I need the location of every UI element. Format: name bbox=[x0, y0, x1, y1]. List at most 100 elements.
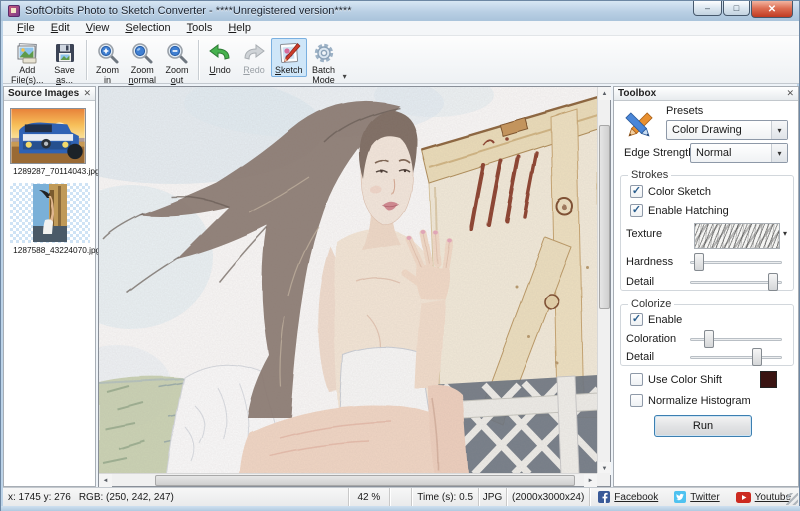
menu-edit[interactable]: Edit bbox=[43, 22, 78, 34]
minimize-button[interactable]: – bbox=[693, 1, 722, 16]
window-title: SoftOrbits Photo to Sketch Converter - *… bbox=[25, 5, 352, 17]
scroll-left-icon[interactable]: ◄ bbox=[99, 474, 112, 487]
sketch-preview-image bbox=[99, 87, 598, 474]
status-bar: x: 1745 y: 276 RGB: (250, 242, 247) 42 %… bbox=[3, 487, 799, 506]
facebook-link[interactable]: Facebook bbox=[598, 491, 658, 503]
hardness-label: Hardness bbox=[626, 256, 673, 268]
presets-dropdown-icon[interactable]: ▾ bbox=[771, 121, 787, 139]
status-empty-segment bbox=[390, 488, 413, 506]
cursor-rgb: RGB: (250, 242, 247) bbox=[79, 492, 174, 503]
app-window: SoftOrbits Photo to Sketch Converter - *… bbox=[0, 0, 800, 511]
menu-help[interactable]: Help bbox=[220, 22, 259, 34]
source-panel-close-icon[interactable]: ✕ bbox=[83, 88, 91, 99]
scroll-right-icon[interactable]: ► bbox=[584, 474, 597, 487]
strokes-group-label: Strokes bbox=[628, 169, 671, 181]
processing-time-segment: Time (s): 0.5 bbox=[412, 488, 479, 506]
zoom-in-button[interactable]: Zoom in bbox=[91, 38, 125, 87]
processing-time: Time (s): 0.5 bbox=[417, 492, 473, 503]
source-image-item[interactable]: 1289287_70114043.jpg bbox=[10, 108, 89, 176]
texture-select[interactable] bbox=[694, 223, 780, 249]
vertical-scrollbar[interactable]: ▲ ▼ bbox=[597, 87, 610, 475]
enable-hatching-checkbox[interactable]: ✓ bbox=[630, 204, 643, 217]
youtube-icon bbox=[736, 492, 751, 503]
title-bar[interactable]: SoftOrbits Photo to Sketch Converter - *… bbox=[1, 1, 799, 21]
horizontal-scroll-thumb[interactable] bbox=[155, 475, 575, 486]
strokes-detail-slider-thumb[interactable] bbox=[768, 273, 778, 291]
menu-view[interactable]: View bbox=[78, 22, 118, 34]
source-panel-title: Source Images bbox=[8, 88, 79, 99]
window-bottom-border bbox=[1, 506, 800, 511]
facebook-icon bbox=[598, 491, 610, 503]
minimize-icon: – bbox=[705, 3, 710, 13]
add-file-icon bbox=[15, 41, 39, 65]
resize-grip[interactable] bbox=[786, 493, 798, 505]
normalize-histogram-checkbox[interactable] bbox=[630, 394, 643, 407]
color-sketch-label: Color Sketch bbox=[648, 186, 711, 198]
cursor-coords: x: 1745 y: 276 bbox=[8, 492, 71, 503]
presets-label: Presets bbox=[666, 105, 703, 117]
color-sketch-checkbox[interactable]: ✓ bbox=[630, 185, 643, 198]
zoom-out-button[interactable]: Zoom out bbox=[160, 38, 194, 87]
colorize-detail-slider-thumb[interactable] bbox=[752, 348, 762, 366]
youtube-link[interactable]: Youtube bbox=[736, 492, 791, 503]
hardness-slider[interactable] bbox=[690, 253, 782, 271]
normalize-histogram-row: Normalize Histogram bbox=[630, 394, 751, 407]
close-icon: ✕ bbox=[768, 4, 776, 15]
status-coords-segment: x: 1745 y: 276 RGB: (250, 242, 247) bbox=[3, 488, 349, 506]
toolbar: Add File(s)... Save as... Zoom bbox=[3, 36, 799, 84]
coloration-label: Coloration bbox=[626, 333, 676, 345]
colorize-enable-checkbox[interactable]: ✓ bbox=[630, 313, 643, 326]
colorize-detail-slider[interactable] bbox=[690, 348, 782, 366]
add-files-button[interactable]: Add File(s)... bbox=[7, 38, 48, 87]
toolbar-overflow-button[interactable]: ▾ bbox=[343, 72, 347, 81]
app-icon bbox=[8, 5, 20, 17]
coloration-slider[interactable] bbox=[690, 330, 782, 348]
truck-thumbnail[interactable] bbox=[10, 108, 86, 164]
scrollbar-corner bbox=[597, 473, 610, 486]
color-shift-swatch[interactable] bbox=[760, 371, 777, 388]
file-format: JPG bbox=[483, 492, 502, 503]
edge-strength-dropdown-icon[interactable]: ▾ bbox=[771, 144, 787, 162]
menu-tools[interactable]: Tools bbox=[179, 22, 221, 34]
redo-icon bbox=[242, 41, 266, 65]
file-format-segment: JPG bbox=[479, 488, 507, 506]
social-links-segment: Facebook Twitter Youtube bbox=[590, 488, 799, 506]
edge-strength-label: Edge Strength bbox=[624, 147, 694, 159]
menu-selection[interactable]: Selection bbox=[117, 22, 178, 34]
vertical-scroll-thumb[interactable] bbox=[599, 125, 610, 309]
source-image-item-selected[interactable]: 1287588_43224070.jpg bbox=[10, 183, 89, 255]
run-button[interactable]: Run bbox=[654, 415, 752, 437]
close-button[interactable]: ✕ bbox=[751, 1, 793, 18]
scroll-up-icon[interactable]: ▲ bbox=[598, 87, 611, 100]
preview-canvas[interactable]: ▲ ▼ ◄ ► bbox=[98, 86, 611, 487]
colorize-enable-row: ✓ Enable bbox=[630, 313, 682, 326]
zoom-normal-button[interactable]: Zoom normal bbox=[125, 38, 161, 87]
sketch-button[interactable]: Sketch bbox=[271, 38, 307, 77]
hardness-slider-thumb[interactable] bbox=[694, 253, 704, 271]
presets-select[interactable]: Color Drawing ▾ bbox=[666, 120, 788, 140]
source-image-filename: 1289287_70114043.jpg bbox=[13, 166, 86, 175]
zoom-out-icon bbox=[165, 41, 189, 65]
maximize-button[interactable]: □ bbox=[723, 1, 750, 16]
edge-strength-select[interactable]: Normal ▾ bbox=[690, 143, 788, 163]
horizontal-scrollbar[interactable]: ◄ ► bbox=[99, 473, 597, 486]
texture-dropdown-icon[interactable]: ▾ bbox=[783, 229, 787, 238]
colorize-group-label: Colorize bbox=[628, 298, 674, 310]
image-dimensions: (2000x3000x24) bbox=[512, 492, 584, 503]
toolbar-separator bbox=[198, 40, 199, 80]
use-color-shift-checkbox[interactable] bbox=[630, 373, 643, 386]
coloration-slider-thumb[interactable] bbox=[704, 330, 714, 348]
pencils-icon bbox=[622, 109, 656, 143]
zoom-level-segment: 42 % bbox=[349, 488, 390, 506]
batch-mode-button[interactable]: Batch Mode bbox=[307, 38, 341, 87]
undo-button[interactable]: Undo bbox=[203, 38, 237, 77]
twitter-link[interactable]: Twitter bbox=[674, 491, 719, 503]
colorize-detail-label: Detail bbox=[626, 351, 654, 363]
redo-button[interactable]: Redo bbox=[237, 38, 271, 77]
save-as-button[interactable]: Save as... bbox=[48, 38, 82, 87]
menu-file[interactable]: File bbox=[9, 22, 43, 34]
strokes-detail-slider[interactable] bbox=[690, 273, 782, 291]
selected-thumbnail-frame[interactable] bbox=[10, 183, 90, 243]
toolbox-close-icon[interactable]: ✕ bbox=[786, 88, 794, 99]
toolbox-header: Toolbox ✕ bbox=[614, 87, 798, 101]
